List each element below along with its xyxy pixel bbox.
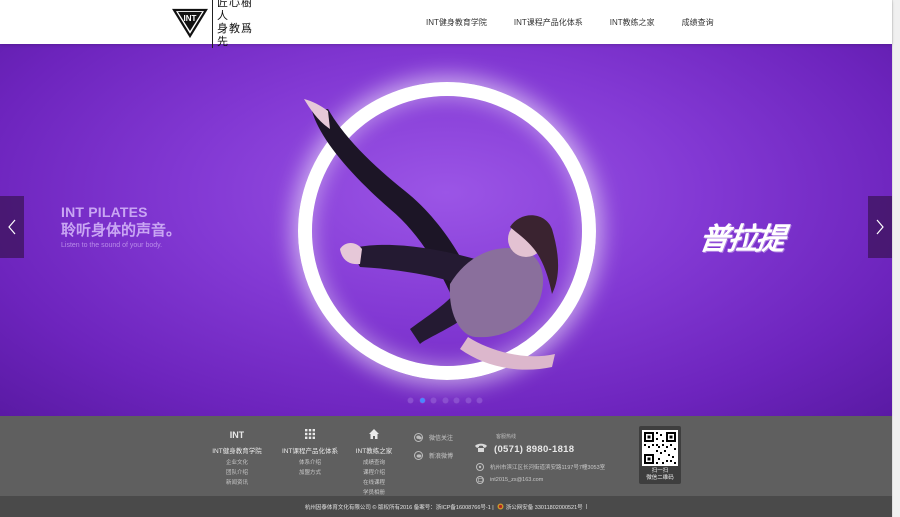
wechat-follow-label: 微信关注 bbox=[429, 436, 454, 442]
home-icon bbox=[354, 428, 394, 440]
hotline-label: 客服热线 bbox=[496, 434, 517, 440]
footer-column-course-system: INT课程产品化体系 体系介绍 加盟方式 bbox=[282, 428, 338, 478]
site-footer: INT INT健身教育学院 企业文化 团队介绍 新闻资讯 INT课程产品化体系 … bbox=[0, 416, 892, 496]
qr-caption-line2: 微信二维码 bbox=[646, 475, 674, 481]
nav-item-course-system[interactable]: INT课程产品化体系 bbox=[514, 17, 583, 28]
police-badge-icon bbox=[497, 503, 504, 510]
email-icon bbox=[476, 476, 484, 484]
weibo-follow-label: 新浪微博 bbox=[429, 454, 454, 460]
footer-column-academy: INT INT健身教育学院 企业文化 团队介绍 新闻资讯 bbox=[212, 428, 262, 488]
site-header: INT 匠心樹人 身教爲先 INT健身教育学院 INT课程产品化体系 INT教练… bbox=[0, 0, 892, 48]
page: INT 匠心樹人 身教爲先 INT健身教育学院 INT课程产品化体系 INT教练… bbox=[0, 0, 900, 517]
page-scrollbar[interactable] bbox=[892, 0, 900, 517]
carousel-dot[interactable] bbox=[442, 398, 448, 403]
email-text[interactable]: int2015_zs@163.com bbox=[490, 477, 543, 483]
hero-carousel[interactable]: INT PILATES 聆听身体的声音。 Listen to the sound… bbox=[0, 44, 892, 416]
carousel-dot[interactable] bbox=[431, 398, 436, 403]
wechat-follow-link[interactable]: 微信关注 bbox=[414, 433, 453, 442]
footer-link[interactable]: 新闻资讯 bbox=[212, 478, 262, 488]
logo-mark-text: INT bbox=[184, 14, 197, 23]
logo-slogan-line1: 匠心樹人 bbox=[217, 0, 253, 22]
carousel-dot[interactable] bbox=[465, 398, 471, 403]
nav-item-academy[interactable]: INT健身教育学院 bbox=[426, 17, 487, 28]
chevron-left-icon bbox=[8, 219, 16, 235]
phone-number[interactable]: (0571) 8980-1818 bbox=[494, 444, 574, 455]
int-logo-icon: INT bbox=[212, 428, 262, 440]
slogan-english: Listen to the sound of your body. bbox=[61, 242, 163, 249]
footer-link[interactable]: 课程介绍 bbox=[354, 468, 394, 478]
police-record-text: 浙公网安备 33011802000521号 bbox=[505, 504, 583, 511]
chevron-right-icon bbox=[876, 219, 884, 235]
address-text: 杭州市滨江区长河街道滨安路1197号7幢3053室 bbox=[490, 465, 606, 471]
svg-text:INT: INT bbox=[230, 430, 244, 440]
copyright-text: 杭州因泰体育文化有限公司 © 版权所有2016 备案号：浙ICP备1600876… bbox=[304, 504, 494, 511]
carousel-prev-button[interactable] bbox=[0, 196, 24, 258]
qr-caption-line1: 扫一扫 bbox=[651, 468, 669, 474]
qr-code-icon bbox=[642, 430, 678, 466]
copyright-bar: 杭州因泰体育文化有限公司 © 版权所有2016 备案号：浙ICP备1600876… bbox=[0, 496, 892, 517]
slogan-title: INT PILATES bbox=[61, 204, 148, 220]
grid-icon bbox=[282, 428, 338, 440]
footer-link[interactable]: 企业文化 bbox=[212, 458, 262, 468]
carousel-pagination bbox=[408, 398, 489, 403]
int-diamond-logo-icon: INT bbox=[172, 6, 208, 39]
nav-item-coach-home[interactable]: INT教练之家 bbox=[610, 17, 655, 28]
footer-link[interactable]: 团队介绍 bbox=[212, 468, 262, 478]
footer-column-title[interactable]: INT健身教育学院 bbox=[212, 445, 262, 455]
carousel-next-button[interactable] bbox=[868, 196, 892, 258]
carousel-dot[interactable] bbox=[477, 398, 482, 403]
footer-column-title[interactable]: INT课程产品化体系 bbox=[282, 445, 338, 455]
banner-slogan: INT PILATES 聆听身体的声音。 Listen to the sound… bbox=[61, 204, 181, 250]
logo-slogan: 匠心樹人 身教爲先 bbox=[212, 0, 264, 48]
weibo-icon bbox=[414, 451, 423, 460]
police-record-link[interactable]: 浙公网安备 33011802000521号 bbox=[497, 503, 583, 511]
wechat-qr-card: 扫一扫 微信二维码 bbox=[639, 426, 681, 484]
logo-slogan-line2: 身教爲先 bbox=[217, 22, 253, 48]
phone-icon bbox=[474, 440, 488, 458]
slogan-chinese: 聆听身体的声音。 bbox=[61, 222, 182, 239]
location-pin-icon bbox=[476, 463, 484, 471]
footer-column-title[interactable]: INT教练之家 bbox=[354, 445, 394, 455]
main-nav: INT健身教育学院 INT课程产品化体系 INT教练之家 成绩查询 bbox=[410, 0, 741, 44]
carousel-dot[interactable] bbox=[408, 398, 413, 403]
footer-follow: 微信关注 新浪微博 bbox=[414, 433, 453, 469]
site-logo[interactable]: INT 匠心樹人 身教爲先 bbox=[172, 0, 264, 48]
pilates-woman-illustration bbox=[304, 99, 559, 370]
copyright-separator: | bbox=[585, 503, 588, 510]
footer-link[interactable]: 在线课程 bbox=[354, 478, 394, 488]
pilates-brush-title: 普拉提 bbox=[697, 222, 786, 257]
footer-contact: 客服热线 (0571) 8980-1818 杭州市滨江区长河街道滨安路1197号… bbox=[474, 433, 605, 484]
footer-link[interactable]: 加盟方式 bbox=[282, 468, 338, 478]
carousel-dot[interactable] bbox=[454, 398, 459, 403]
footer-column-coach-home: INT教练之家 成绩查询 课程介绍 在线课程 学员相册 bbox=[354, 428, 394, 498]
nav-item-score-query[interactable]: 成绩查询 bbox=[682, 17, 714, 28]
carousel-dot-active[interactable] bbox=[419, 398, 425, 403]
wechat-icon bbox=[414, 433, 423, 442]
footer-link[interactable]: 成绩查询 bbox=[354, 458, 394, 468]
footer-link[interactable]: 体系介绍 bbox=[282, 458, 338, 468]
weibo-follow-link[interactable]: 新浪微博 bbox=[414, 451, 453, 460]
